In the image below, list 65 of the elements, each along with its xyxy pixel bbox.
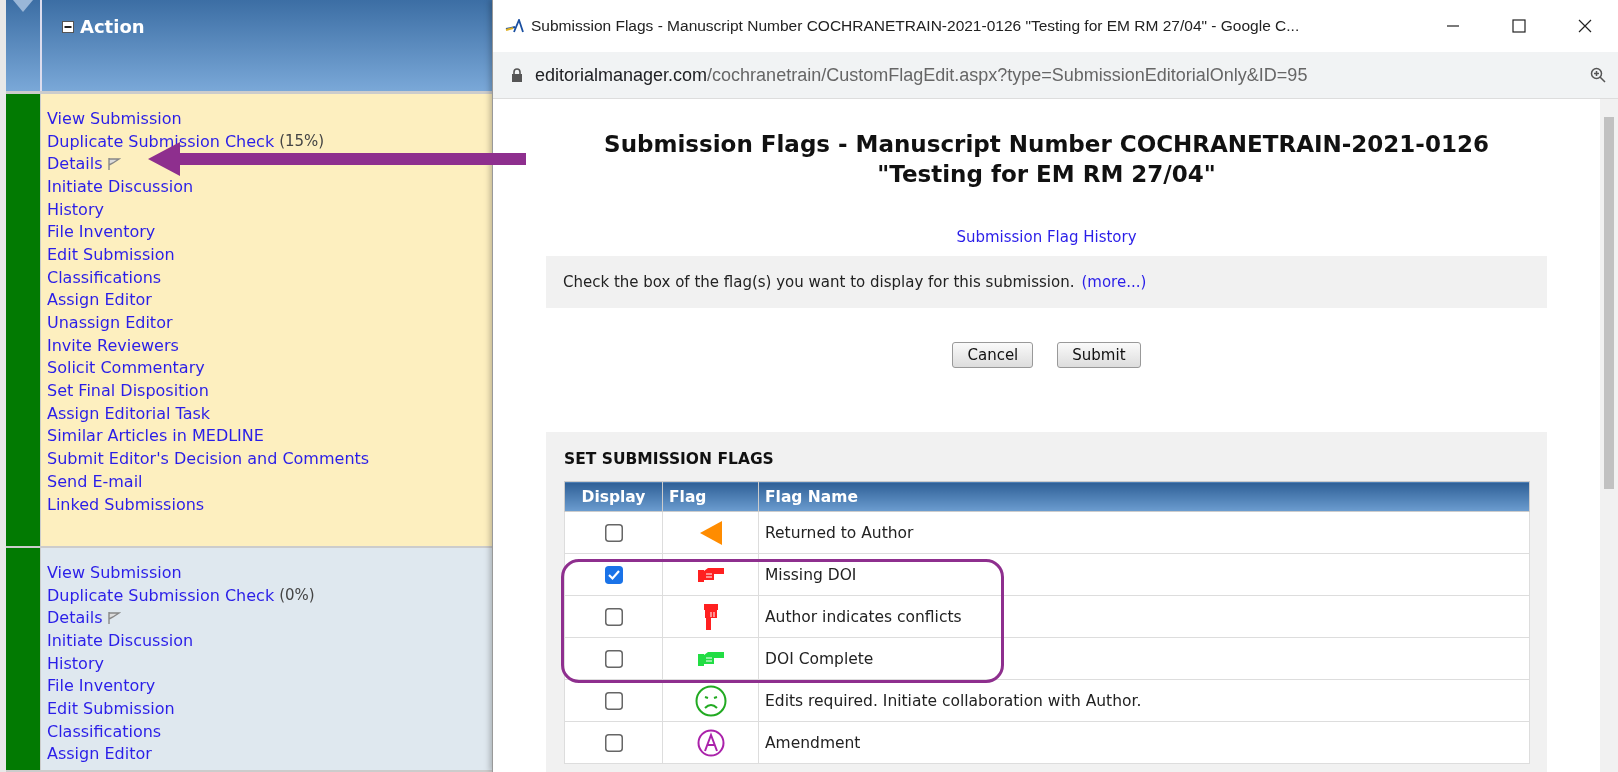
- sort-icon[interactable]: [13, 0, 33, 12]
- close-icon[interactable]: [1578, 19, 1592, 33]
- flag-name: Missing DOI: [765, 565, 857, 584]
- action-link[interactable]: Assign Editor: [47, 744, 152, 764]
- flag-name: DOI Complete: [765, 649, 874, 668]
- action-link[interactable]: View Submission: [47, 108, 182, 128]
- action-link[interactable]: Initiate Discussion: [47, 630, 194, 650]
- flag-name: Author indicates conflicts: [765, 607, 962, 626]
- action-link[interactable]: Set Final Disposition: [47, 381, 209, 401]
- action-link[interactable]: Submit Editor's Decision and Comments: [47, 449, 370, 469]
- action-link[interactable]: Assign Editor: [47, 290, 152, 310]
- flag-name: Returned to Author: [765, 523, 914, 542]
- column-header: Flag Name: [758, 481, 1530, 512]
- action-link[interactable]: Details: [47, 608, 103, 628]
- column-header: Action: [80, 16, 145, 37]
- action-link[interactable]: Initiate Discussion: [47, 176, 194, 196]
- action-link[interactable]: Duplicate Submission Check: [47, 131, 275, 151]
- percentage-note: (15%): [279, 132, 325, 151]
- checkbox[interactable]: [604, 649, 623, 668]
- app-icon: [505, 19, 525, 33]
- action-link[interactable]: File Inventory: [47, 222, 156, 242]
- lock-icon: [511, 68, 523, 82]
- action-link[interactable]: Linked Submissions: [47, 494, 205, 514]
- action-link[interactable]: File Inventory: [47, 676, 156, 696]
- instruction-text: Check the box of the flag(s) you want to display for this submission.: [563, 273, 1075, 291]
- zoom-icon[interactable]: [1590, 67, 1606, 83]
- maximize-icon[interactable]: [1512, 19, 1526, 33]
- flag-icon[interactable]: [107, 156, 122, 171]
- action-link[interactable]: Details: [47, 154, 103, 174]
- action-link[interactable]: Edit Submission: [47, 244, 175, 264]
- checkbox[interactable]: [604, 565, 623, 584]
- flag-name: Amendment: [765, 733, 861, 752]
- action-link[interactable]: Assign Editorial Task: [47, 403, 211, 423]
- checkbox[interactable]: [604, 691, 623, 710]
- action-link[interactable]: Solicit Commentary: [47, 358, 205, 378]
- section-title: SET SUBMISSION FLAGS: [564, 450, 775, 468]
- percentage-note: (0%): [279, 586, 315, 605]
- action-link[interactable]: Classifications: [47, 721, 162, 741]
- flag-icon[interactable]: [107, 610, 122, 625]
- cancel-button[interactable]: Cancel: [952, 342, 1034, 368]
- column-header: Flag: [662, 481, 759, 512]
- flag-name: Edits required. Initiate collaboration with Author.: [765, 691, 1142, 710]
- history-link[interactable]: Submission Flag History: [956, 228, 1137, 246]
- scrollbar-thumb[interactable]: [1604, 117, 1614, 489]
- checkbox[interactable]: [604, 733, 623, 752]
- address-bar[interactable]: editorialmanager.com/cochranetrain/CustomFlagEdit.aspx?type=SubmissionEditorialOnly&ID=95: [493, 52, 1618, 99]
- action-link[interactable]: Similar Articles in MEDLINE: [47, 426, 264, 446]
- collapse-icon[interactable]: [62, 20, 74, 33]
- checkbox[interactable]: [604, 523, 623, 542]
- action-link[interactable]: Send E-mail: [47, 471, 143, 491]
- action-link[interactable]: Unassign Editor: [47, 313, 173, 333]
- action-link[interactable]: History: [47, 653, 104, 673]
- action-link[interactable]: History: [47, 199, 104, 219]
- window-title: Submission Flags - Manuscript Number COCHRANETRAIN-2021-0126 "Testing for EM RM 27/04" - Google C...: [531, 17, 1301, 35]
- more-link[interactable]: (more...): [1081, 273, 1147, 291]
- action-link[interactable]: View Submission: [47, 562, 182, 582]
- action-link[interactable]: Classifications: [47, 267, 162, 287]
- action-link[interactable]: Duplicate Submission Check: [47, 585, 275, 605]
- action-link[interactable]: Edit Submission: [47, 698, 175, 718]
- url-text: editorialmanager.com/cochranetrain/CustomFlagEdit.aspx?type=SubmissionEditorialOnly&ID=95: [535, 64, 1309, 86]
- action-link[interactable]: Invite Reviewers: [47, 335, 179, 355]
- page-heading: Submission Flags - Manuscript Number COCHRANETRAIN-2021-0126 "Testing for EM RM 27/04": [603, 130, 1490, 189]
- checkbox[interactable]: [604, 607, 623, 626]
- column-header: Display: [564, 481, 663, 512]
- submit-button[interactable]: Submit: [1057, 342, 1141, 368]
